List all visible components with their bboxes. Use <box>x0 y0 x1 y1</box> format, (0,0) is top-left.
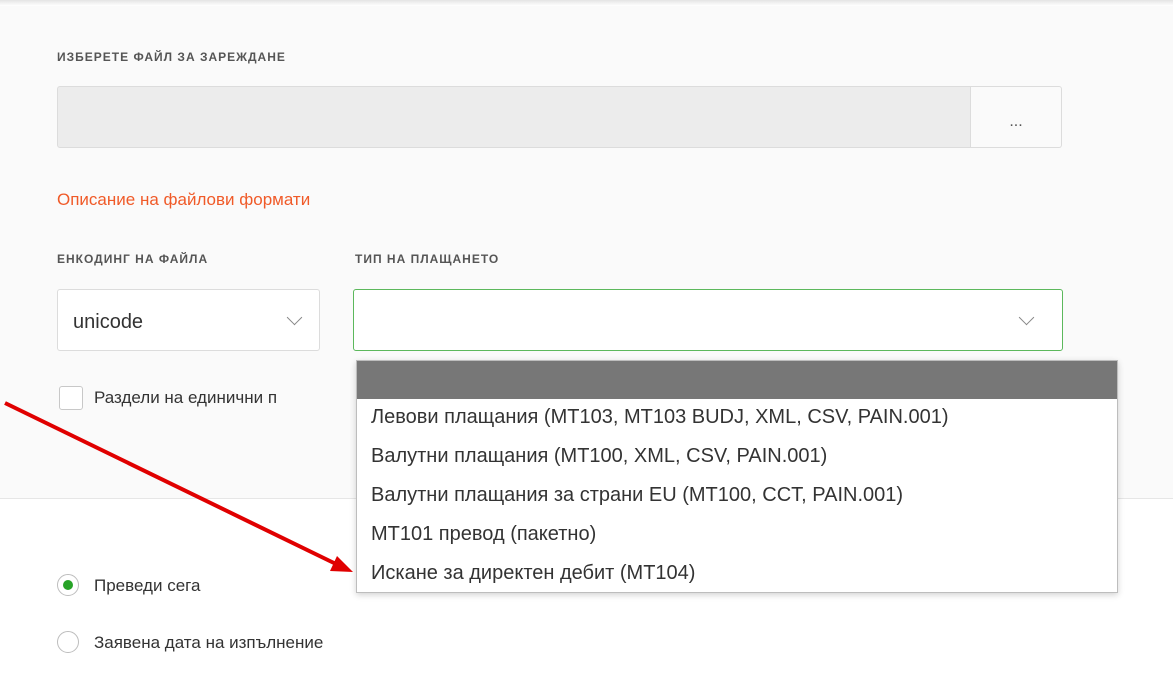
annotation-arrow <box>4 401 353 572</box>
arrow-head-icon <box>330 556 353 572</box>
arrow-shaft <box>4 401 337 566</box>
